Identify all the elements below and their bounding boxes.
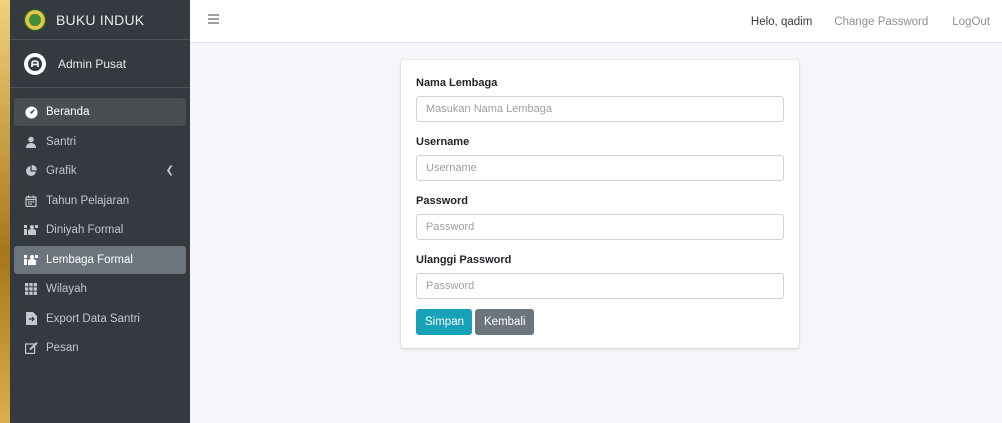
sidebar: BUKU INDUK Admin Pusat Beranda Santri Gr… (10, 0, 190, 423)
password-label: Password (416, 195, 468, 207)
sidebar-item-tahun-pelajaran[interactable]: Tahun Pelajaran (14, 187, 186, 215)
username-input[interactable] (416, 155, 784, 181)
top-navbar: Helo, qadim Change Password LogOut (190, 0, 1002, 43)
pie-chart-icon (24, 164, 38, 178)
nama-lembaga-label: Nama Lembaga (416, 77, 498, 89)
brand-link[interactable]: BUKU INDUK (10, 0, 190, 40)
chevron-left-icon: ❮ (165, 165, 174, 176)
password-input[interactable] (416, 214, 784, 240)
avatar (24, 52, 46, 75)
sidebar-item-label: Export Data Santri (46, 312, 140, 325)
sidebar-item-label: Pesan (46, 342, 79, 354)
sidebar-item-export-data-santri[interactable]: Export Data Santri (14, 305, 186, 333)
sidebar-nav: Beranda Santri Grafik ❮ Tahun Pelajaran (10, 88, 190, 362)
sidebar-item-label: Grafik (46, 165, 77, 177)
form-card: Nama Lembaga Username Password Ulanggi P… (401, 60, 799, 348)
menu-toggle-icon[interactable] (208, 14, 219, 24)
sidebar-item-diniyah-formal[interactable]: Diniyah Formal (14, 216, 186, 244)
sidebar-item-beranda[interactable]: Beranda (14, 98, 186, 126)
sidebar-item-santri[interactable]: Santri (14, 128, 186, 156)
user-panel: Admin Pusat (10, 40, 190, 88)
people-group-icon (24, 253, 38, 267)
nama-lembaga-input[interactable] (416, 96, 784, 122)
sidebar-item-label: Wilayah (46, 283, 87, 295)
ulangi-password-input[interactable] (416, 273, 784, 299)
sidebar-item-lembaga-formal[interactable]: Lembaga Formal (14, 245, 186, 274)
sidebar-item-grafik[interactable]: Grafik ❮ (14, 157, 186, 185)
sidebar-item-label: Santri (46, 135, 77, 148)
sidebar-item-label: Lembaga Formal (46, 253, 133, 266)
logout-link[interactable]: LogOut (952, 16, 990, 28)
brand-title: BUKU INDUK (56, 11, 145, 28)
user-icon (24, 135, 38, 149)
user-avatar-icon (28, 56, 42, 71)
top-nav-links: Helo, qadim Change Password LogOut (751, 0, 990, 43)
sidebar-item-wilayah[interactable]: Wilayah (14, 275, 186, 303)
change-password-link[interactable]: Change Password (834, 16, 928, 28)
calendar-icon (24, 194, 38, 208)
sidebar-item-pesan[interactable]: Pesan (14, 334, 186, 362)
user-name[interactable]: Admin Pusat (58, 57, 126, 71)
dashboard-icon (24, 105, 38, 119)
sidebar-item-label: Diniyah Formal (46, 224, 124, 236)
people-group-icon (24, 223, 38, 237)
file-export-icon (24, 312, 38, 326)
ulangi-password-label: Ulanggi Password (416, 254, 512, 266)
brand-logo (24, 8, 46, 31)
edit-icon (24, 341, 38, 355)
back-button[interactable]: Kembali (475, 309, 534, 335)
username-label: Username (416, 136, 470, 148)
sidebar-item-label: Tahun Pelajaran (46, 194, 130, 207)
sidebar-item-label: Beranda (46, 106, 90, 118)
main-content: Nama Lembaga Username Password Ulanggi P… (190, 43, 1002, 423)
save-button[interactable]: Simpan (416, 309, 472, 335)
user-greeting: Helo, qadim (750, 15, 813, 28)
grid-icon (24, 282, 38, 296)
